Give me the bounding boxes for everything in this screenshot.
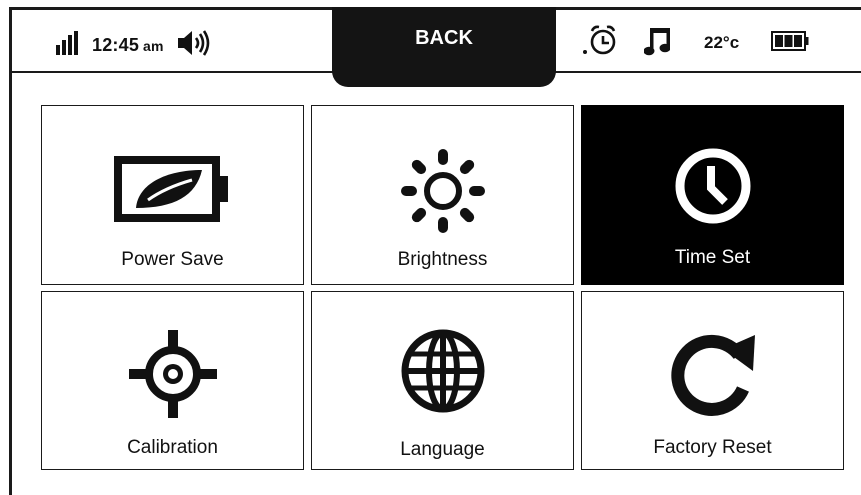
tile-calibration[interactable]: Calibration [41, 291, 304, 470]
alarm-icon[interactable] [582, 25, 618, 62]
status-bar: 12:45 am BACK 22°c [12, 7, 861, 87]
reset-icon [665, 327, 761, 428]
tile-label: Language [400, 439, 485, 460]
tile-power-save[interactable]: Power Save [41, 105, 304, 285]
tile-label: Factory Reset [653, 437, 772, 458]
speaker-icon[interactable] [177, 30, 212, 61]
tile-brightness[interactable]: Brightness [311, 105, 574, 285]
power-save-icon [113, 156, 232, 227]
music-icon[interactable] [643, 26, 671, 61]
tile-time-set[interactable]: Time Set [581, 105, 844, 285]
back-button[interactable]: BACK [332, 7, 556, 87]
clock-time: 12:45 am [92, 35, 164, 56]
time-suffix: am [143, 38, 164, 54]
tile-label: Calibration [127, 437, 218, 458]
tile-label: Power Save [121, 249, 224, 270]
tile-label: Time Set [674, 247, 751, 268]
clock-icon [673, 146, 753, 231]
time-value: 12:45 [92, 35, 140, 55]
status-right: 22°c [582, 25, 809, 62]
signal-icon [56, 31, 78, 60]
tile-label: Brightness [397, 249, 488, 270]
tile-language[interactable]: Language [311, 291, 574, 470]
crosshair-icon [125, 326, 221, 427]
tile-factory-reset[interactable]: Factory Reset [581, 291, 844, 470]
device-screen: 12:45 am BACK 22°c Power Save Brightness… [9, 7, 861, 495]
status-left: 12:45 am [56, 30, 212, 61]
temperature-readout: 22°c [704, 33, 740, 52]
globe-icon [398, 326, 488, 421]
brightness-icon [398, 146, 488, 241]
battery-icon [771, 30, 809, 56]
